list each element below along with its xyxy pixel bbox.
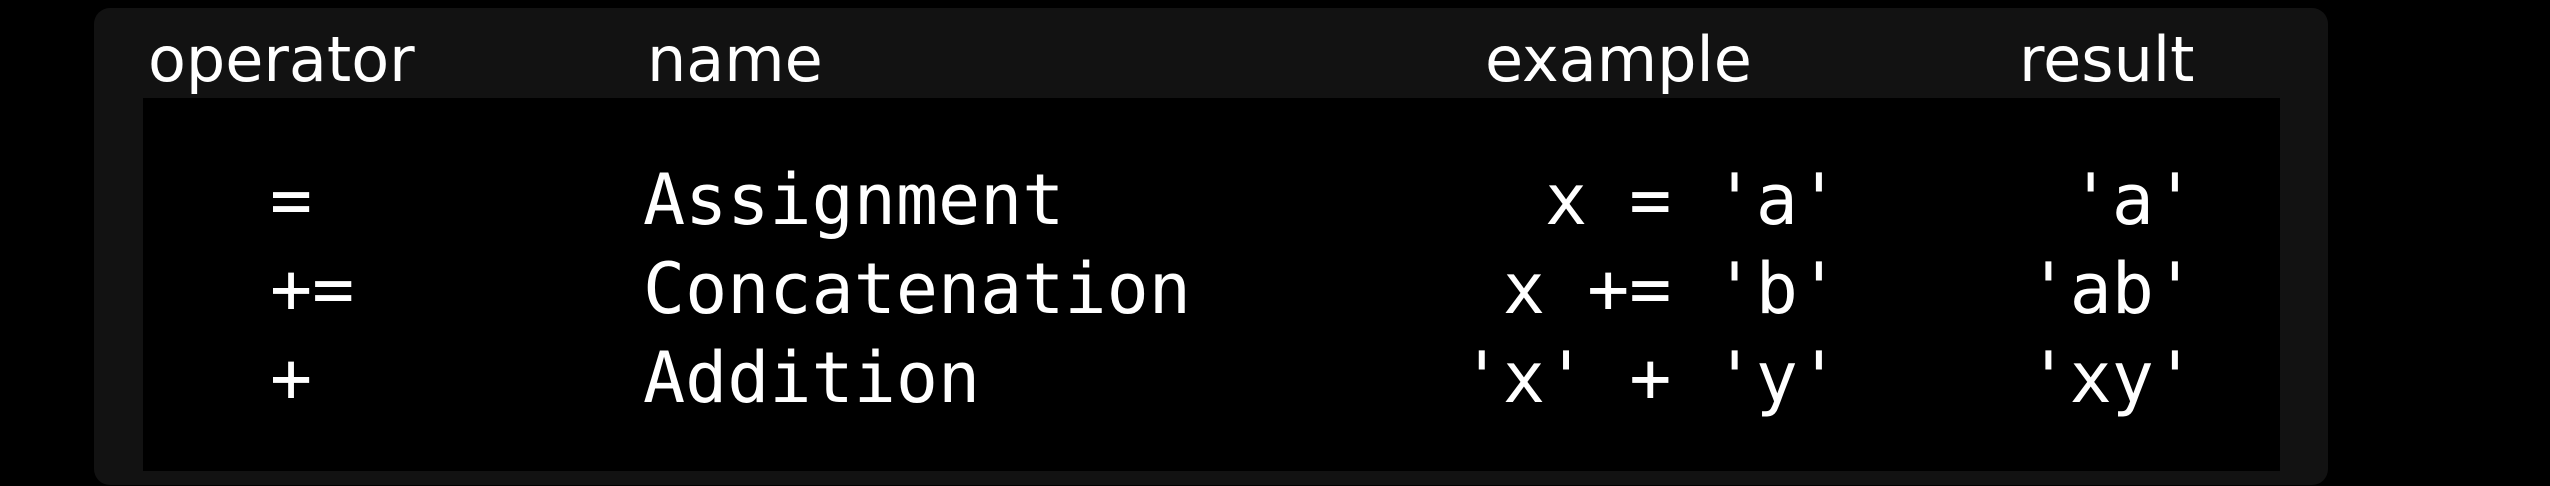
header-result: result <box>2019 23 2195 96</box>
name-cell: Concatenation <box>643 248 1191 330</box>
header-example: example <box>1485 23 1752 96</box>
name-cell: Addition <box>643 337 981 419</box>
table-row: = Assignment x = 'a' 'a' <box>143 155 2280 245</box>
operator-table: operator name example result = Assignmen… <box>94 8 2328 485</box>
name-cell: Assignment <box>643 159 1065 241</box>
operator-cell: = <box>270 159 313 241</box>
result-cell: 'ab' <box>2027 248 2196 330</box>
example-cell: x = 'a' <box>1544 159 1840 241</box>
example-cell: 'x' + 'y' <box>1460 337 1840 419</box>
result-cell: 'xy' <box>2027 337 2196 419</box>
operator-cell: += <box>270 248 355 330</box>
table-row: += Concatenation x += 'b' 'ab' <box>143 244 2280 334</box>
table-body: = Assignment x = 'a' 'a' += Concatenatio… <box>143 98 2280 471</box>
operator-cell: + <box>270 337 313 419</box>
example-cell: x += 'b' <box>1502 248 1840 330</box>
header-operator: operator <box>148 23 415 96</box>
result-cell: 'a' <box>2069 159 2196 241</box>
table-row: + Addition 'x' + 'y' 'xy' <box>143 333 2280 423</box>
header-name: name <box>647 23 823 96</box>
